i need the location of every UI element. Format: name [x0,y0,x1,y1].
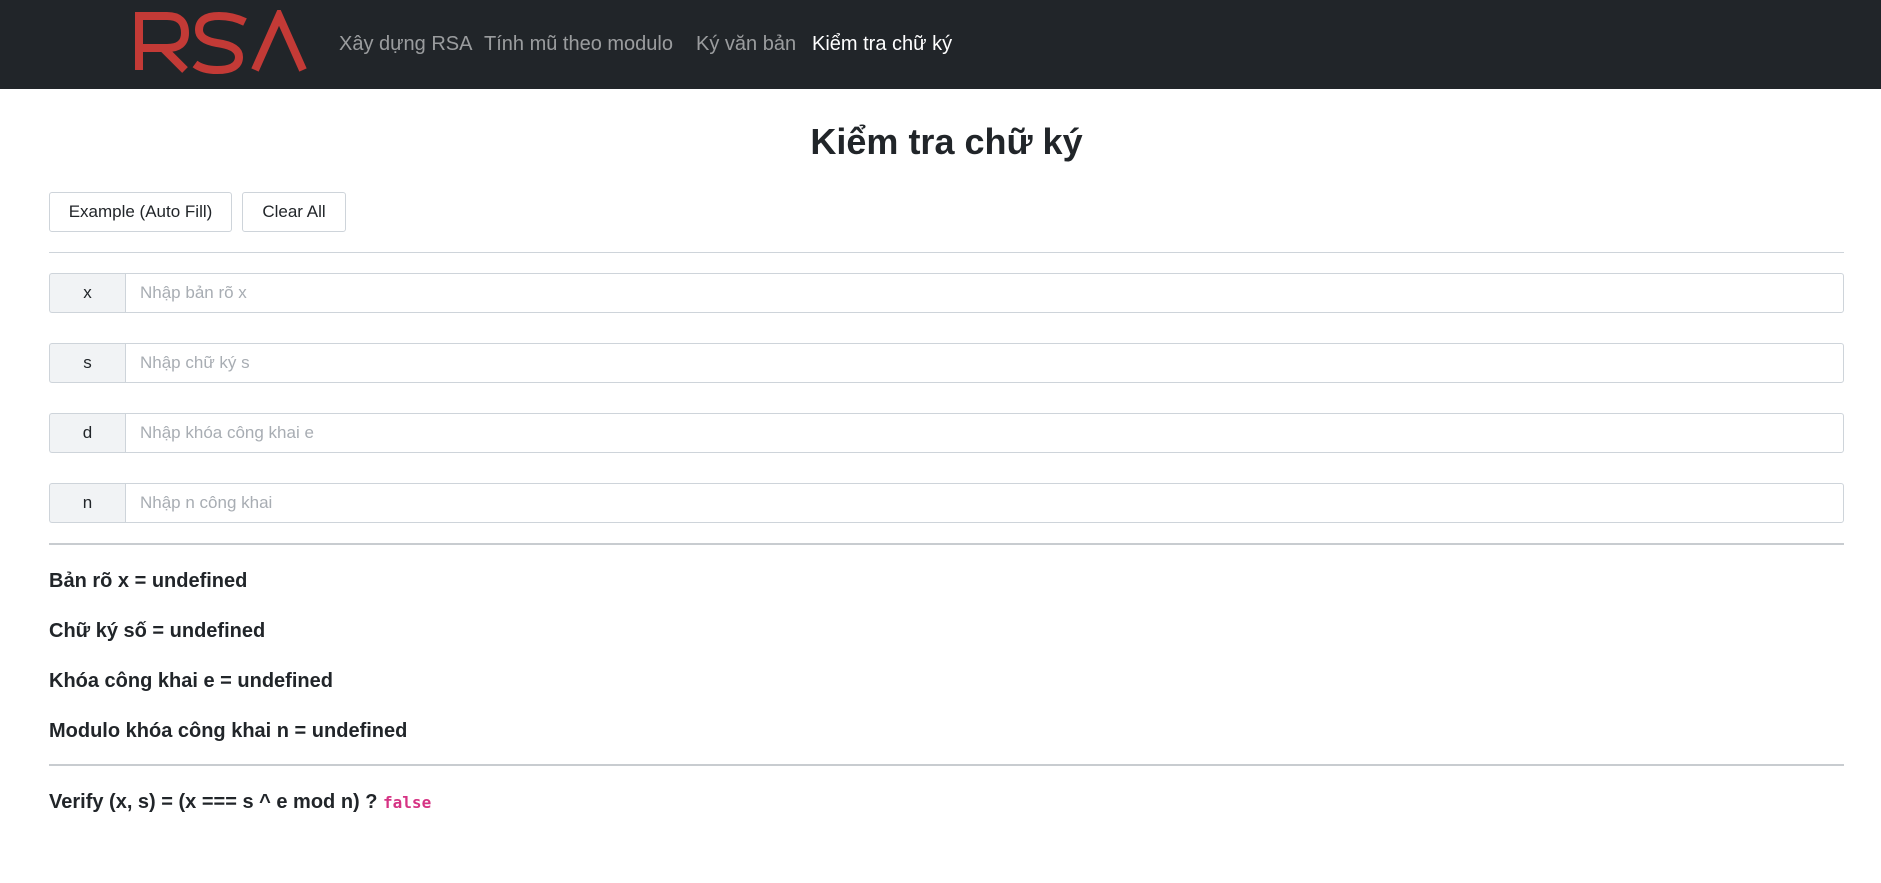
verify-value: false [383,793,432,812]
verify-formula: Verify (x, s) = (x === s ^ e mod n) ? [49,791,378,813]
clear-all-button[interactable]: Clear All [242,192,346,232]
field-label-n: n [49,483,125,523]
signature-s-input[interactable] [125,343,1844,383]
result-plaintext: Bản rõ x = undefined [49,570,248,592]
navbar: Xây dựng RSA Tính mũ theo modulo Ký văn … [0,0,1881,89]
nav-link-verify-signature[interactable]: Kiểm tra chữ ký [812,30,952,58]
nav-link-sign-document[interactable]: Ký văn bản [696,30,796,58]
page-title: Kiểm tra chữ ký [810,121,1083,162]
plaintext-x-input[interactable] [125,273,1844,313]
field-label-s: s [49,343,125,383]
public-n-input[interactable] [125,483,1844,523]
rsa-logo[interactable] [133,10,311,76]
input-group-d: d [49,413,1844,453]
input-group-x: x [49,273,1844,313]
divider [49,252,1844,253]
nav-link-build-rsa[interactable]: Xây dựng RSA [339,30,472,58]
divider [49,764,1844,766]
divider [49,543,1844,545]
field-label-x: x [49,273,125,313]
public-key-e-input[interactable] [125,413,1844,453]
result-modulus: Modulo khóa công khai n = undefined [49,720,408,742]
nav-link-modular-exponent[interactable]: Tính mũ theo modulo [484,30,673,58]
result-signature: Chữ ký số = undefined [49,620,266,642]
field-label-d: d [49,413,125,453]
verify-result: Verify (x, s) = (x === s ^ e mod n) ? fa… [49,788,431,817]
example-autofill-button[interactable]: Example (Auto Fill) [49,192,232,232]
input-group-s: s [49,343,1844,383]
result-public-key: Khóa công khai e = undefined [49,670,333,692]
input-group-n: n [49,483,1844,523]
